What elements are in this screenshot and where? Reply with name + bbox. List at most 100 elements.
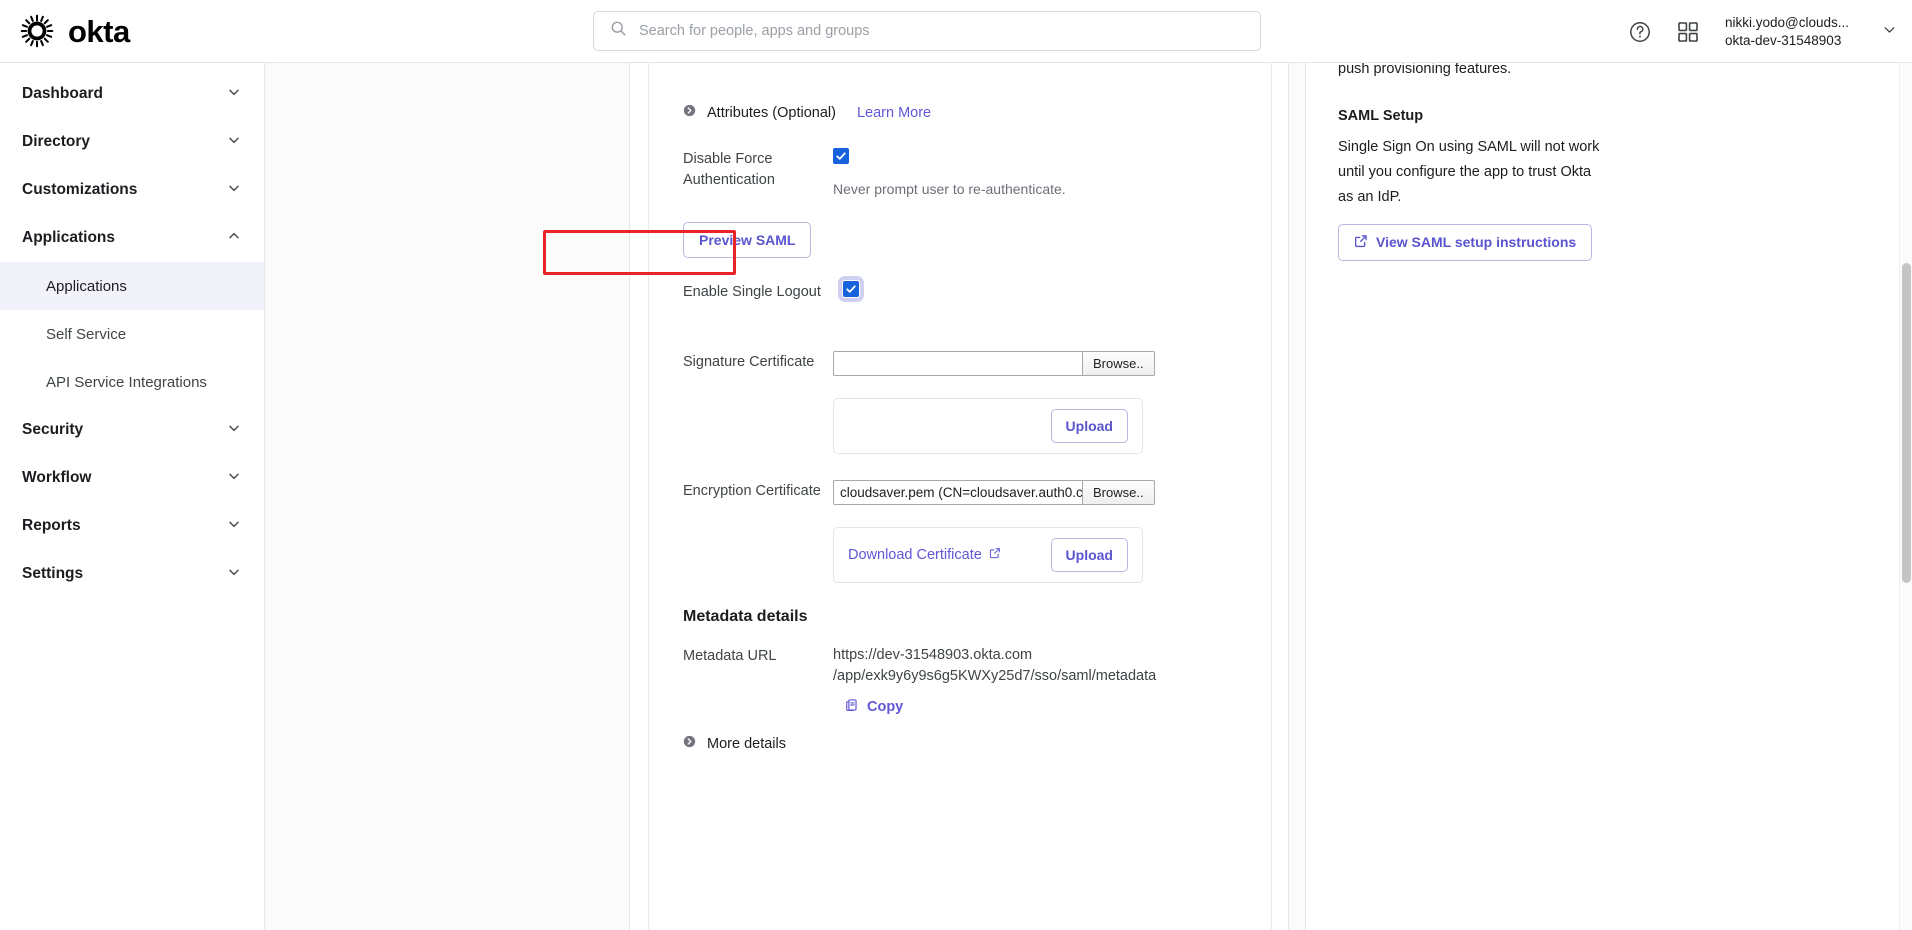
view-saml-setup-instructions-label: View SAML setup instructions (1376, 234, 1576, 250)
learn-more-link[interactable]: Learn More (857, 105, 931, 121)
encryption-certificate-body: cloudsaver.pem (CN=cloudsaver.auth0.cc B… (833, 480, 1239, 583)
signature-certificate-label: Signature Certificate (683, 351, 833, 373)
metadata-url-body: https://dev-31548903.okta.com /app/exk9y… (833, 645, 1239, 717)
disable-force-auth-checkbox[interactable] (833, 148, 849, 164)
signature-certificate-upload-button[interactable]: Upload (1051, 409, 1128, 443)
top-navigation-bar: okta (0, 0, 1912, 63)
account-email: nikki.yodo@clouds... (1725, 14, 1849, 32)
sidebar-item-self-service[interactable]: Self Service (0, 310, 264, 358)
signature-certificate-upload-panel: Upload (833, 398, 1143, 454)
sign-on-settings-card: Attributes (Optional) Learn More Disable… (629, 63, 1289, 930)
enable-single-logout-label: Enable Single Logout (683, 281, 843, 303)
sidebar-item-directory[interactable]: Directory (0, 118, 264, 166)
collapse-arrow-icon (683, 735, 696, 753)
signature-certificate-file-name[interactable] (833, 351, 1082, 376)
search-input[interactable] (639, 23, 1244, 39)
more-details-label: More details (707, 736, 786, 752)
account-menu-toggle[interactable] (1881, 21, 1898, 43)
sidebar-item-workflow[interactable]: Workflow (0, 454, 264, 502)
encryption-certificate-file-row: cloudsaver.pem (CN=cloudsaver.auth0.cc B… (833, 480, 1239, 505)
sidebar-group-security: Security (0, 406, 264, 454)
main-content-area: Attributes (Optional) Learn More Disable… (265, 63, 1912, 930)
sidebar-group-reports: Reports (0, 502, 264, 550)
sidebar-group-customizations: Customizations (0, 166, 264, 214)
attributes-collapser[interactable]: Attributes (Optional) Learn More (683, 104, 931, 122)
enable-single-logout-body (843, 281, 1239, 300)
sidebar-item-applications[interactable]: Applications (0, 262, 264, 310)
sidebar-item-label: Reports (22, 517, 81, 535)
sidebar-item-label: Security (22, 421, 83, 439)
sidebar-item-api-service-integrations[interactable]: API Service Integrations (0, 358, 264, 406)
sidebar-item-reports[interactable]: Reports (0, 502, 264, 550)
metadata-url-row: Metadata URL https://dev-31548903.okta.c… (683, 645, 1239, 717)
encryption-certificate-file-name[interactable]: cloudsaver.pem (CN=cloudsaver.auth0.cc (833, 480, 1082, 505)
scrollbar-thumb[interactable] (1902, 263, 1911, 583)
app-grid-icon[interactable] (1673, 17, 1703, 47)
okta-brand[interactable]: okta (0, 14, 280, 48)
more-details-collapser[interactable]: More details (683, 735, 786, 753)
download-certificate-link[interactable]: Download Certificate (848, 547, 1001, 563)
top-bar-actions: nikki.yodo@clouds... okta-dev-31548903 (1625, 0, 1898, 63)
sidebar-group-directory: Directory (0, 118, 264, 166)
encryption-certificate-upload-panel: Download Certificate Upload (833, 527, 1143, 583)
sidebar-item-label: Directory (22, 133, 90, 151)
sidebar-subitem-label: API Service Integrations (46, 374, 207, 391)
sidebar-item-label: Dashboard (22, 85, 103, 103)
sidebar-item-applications[interactable]: Applications (0, 214, 264, 262)
sidebar-item-customizations[interactable]: Customizations (0, 166, 264, 214)
preview-saml-button[interactable]: Preview SAML (683, 222, 811, 258)
account-org: okta-dev-31548903 (1725, 32, 1849, 50)
chevron-down-icon (226, 468, 242, 489)
download-certificate-label: Download Certificate (848, 547, 982, 563)
saml-help-panel: push provisioning features. SAML Setup S… (1305, 63, 1912, 930)
signature-certificate-row: Signature Certificate Browse.. Upload (683, 351, 1239, 454)
disable-force-auth-body: Never prompt user to re-authenticate. (833, 148, 1239, 197)
okta-sunburst-icon (20, 14, 54, 48)
external-link-icon (1354, 234, 1368, 251)
attributes-label: Attributes (Optional) (707, 105, 836, 121)
page-scrollbar[interactable] (1899, 63, 1912, 930)
sidebar-subitem-label: Self Service (46, 326, 126, 343)
sidebar-item-label: Customizations (22, 181, 137, 199)
sidebar-group-settings: Settings (0, 550, 264, 598)
sidebar-item-dashboard[interactable]: Dashboard (0, 70, 264, 118)
signature-certificate-browse-button[interactable]: Browse.. (1082, 351, 1155, 376)
saml-setup-title: SAML Setup (1338, 108, 1880, 124)
chevron-down-icon (226, 516, 242, 537)
user-account-info[interactable]: nikki.yodo@clouds... okta-dev-31548903 (1725, 14, 1849, 50)
sidebar-group-applications: Applications Applications Self Service API … (0, 214, 264, 406)
encryption-certificate-upload-button[interactable]: Upload (1051, 538, 1128, 572)
enable-single-logout-row: Enable Single Logout (683, 281, 1239, 303)
sidebar-item-settings[interactable]: Settings (0, 550, 264, 598)
saml-settings-inner-card: Attributes (Optional) Learn More Disable… (648, 63, 1272, 930)
sidebar-group-dashboard: Dashboard (0, 70, 264, 118)
sidebar-item-label: Workflow (22, 469, 91, 487)
encryption-certificate-row: Encryption Certificate cloudsaver.pem (C… (683, 480, 1239, 583)
saml-setup-description: Single Sign On using SAML will not work … (1338, 135, 1600, 210)
metadata-url-line1: https://dev-31548903.okta.com (833, 645, 1239, 666)
help-circle-icon[interactable] (1625, 17, 1655, 47)
sidebar-group-workflow: Workflow (0, 454, 264, 502)
sidebar-subitem-label: Applications (46, 278, 127, 295)
disable-force-auth-label: Disable Force Authentication (683, 148, 833, 190)
sidebar-item-security[interactable]: Security (0, 406, 264, 454)
search-icon (610, 20, 627, 42)
view-saml-setup-instructions-button[interactable]: View SAML setup instructions (1338, 224, 1592, 261)
metadata-url-line2: /app/exk9y6y9s6g5KWXy25d7/sso/saml/metad… (833, 666, 1239, 687)
signature-certificate-file-row: Browse.. (833, 351, 1239, 376)
chevron-down-icon (226, 564, 242, 585)
copy-metadata-url-button[interactable]: Copy (845, 698, 903, 716)
metadata-details-title: Metadata details (683, 608, 807, 626)
chevron-down-icon (1881, 21, 1898, 43)
signature-certificate-body: Browse.. Upload (833, 351, 1239, 454)
okta-wordmark: okta (68, 16, 130, 47)
metadata-url-label: Metadata URL (683, 645, 833, 667)
disable-force-auth-row: Disable Force Authentication Never promp… (683, 148, 1239, 197)
encryption-certificate-browse-button[interactable]: Browse.. (1082, 480, 1155, 505)
collapse-arrow-icon (683, 104, 696, 122)
sidebar-item-label: Settings (22, 565, 83, 583)
chevron-down-icon (226, 420, 242, 441)
clipboard-icon (845, 698, 859, 716)
enable-single-logout-checkbox[interactable] (843, 281, 859, 297)
global-search[interactable] (593, 11, 1261, 51)
